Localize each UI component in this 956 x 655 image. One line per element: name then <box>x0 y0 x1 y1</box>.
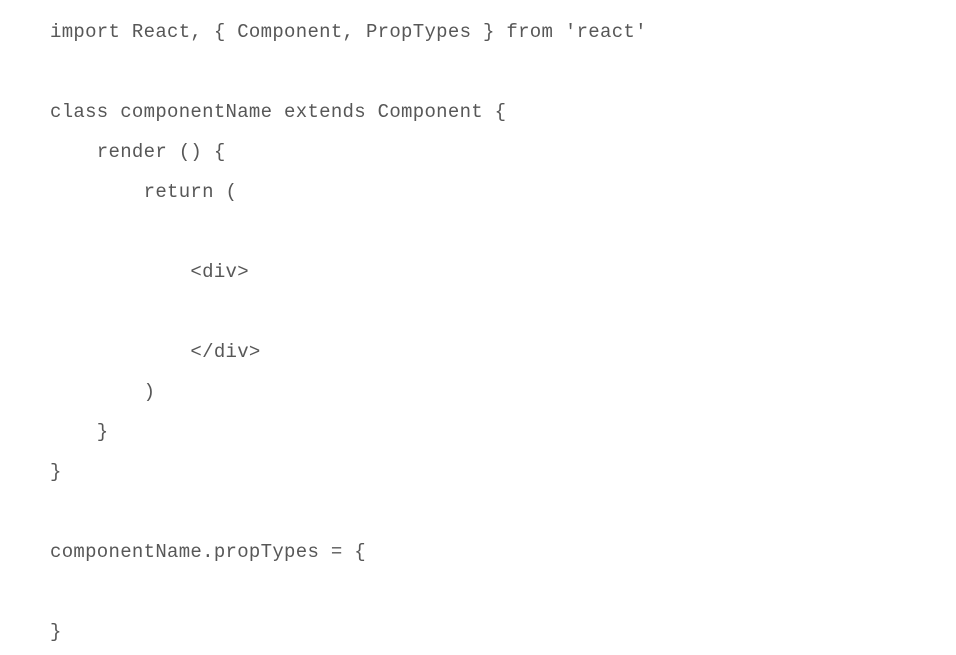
code-block: import React, { Component, PropTypes } f… <box>0 0 956 655</box>
code-content: import React, { Component, PropTypes } f… <box>50 21 647 655</box>
